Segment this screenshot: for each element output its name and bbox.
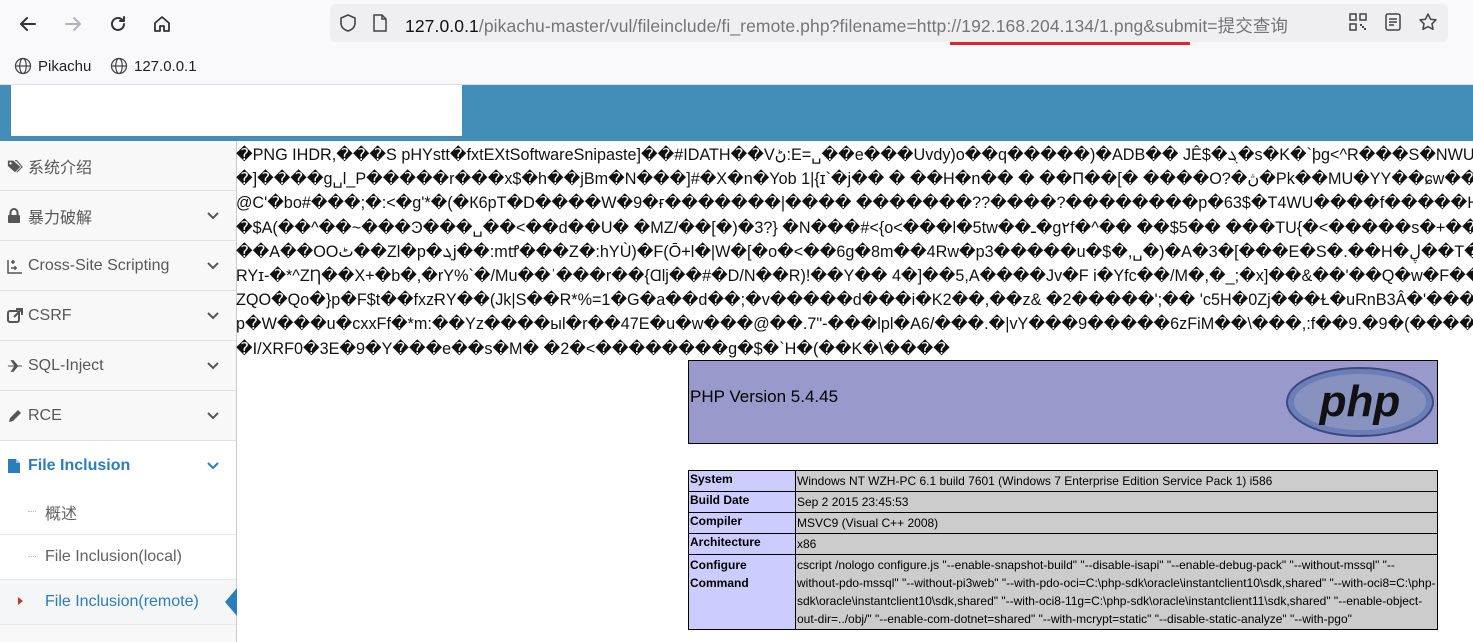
chevron-down-icon [206,208,220,226]
sidebar-subitem-local[interactable]: File Inclusion(local) [0,535,236,580]
binary-line: RYɪ-�*^ZȠ��X+�b�,�rY%`�/Mu��ˈ���r��{Ɑlj�… [236,266,1473,285]
sidebar-subitem-label: File Inclusion(local) [45,548,182,565]
table-row: Build Date Sep 2 2015 23:45:53 [688,491,1438,513]
home-button[interactable] [146,10,178,38]
sidebar-item-label: File Inclusion [28,456,131,474]
binary-line: @C'�bo#���;�:<�g'*�(�К6pT�D����W�9�ғ����… [236,194,1473,213]
back-arrow-icon [20,17,36,31]
reader-view-icon[interactable] [1384,12,1402,37]
table-row: System Windows NT WZH-PC 6.1 build 7601 … [688,470,1438,492]
php-logo-text: php [1319,377,1401,426]
lock-icon [7,207,23,224]
php-logo[interactable]: php [1285,366,1435,443]
binary-line: �]����g␣l_P�����r���x$�h��jBm�N���]#�X�n… [236,170,1473,189]
binary-line: p�W���u�cxxFf�*m:��Yz����ыl�r��47E�u�w��… [236,315,1473,334]
sidebar-subitem-label: File Inclusion(remote) [45,593,199,610]
plane-icon [7,358,23,374]
table-row: Compiler MSVC9 (Visual C++ 2008) [688,512,1438,534]
binary-line: �I/XRF0�3E�9�Y���e��s�M� �2�<��������g�$… [236,339,950,358]
forward-button[interactable] [57,10,89,38]
sidebar-item-label: SQL-Inject [28,356,104,374]
bookmark-star-icon[interactable] [1418,12,1438,37]
reload-button[interactable] [102,10,134,38]
active-indicator-arrow [225,588,237,616]
chevron-down-icon [206,258,220,276]
back-button[interactable] [12,10,44,38]
pencil-icon [7,408,23,424]
home-icon [154,16,170,32]
sidebar-item-file-inclusion[interactable]: File Inclusion [0,441,236,491]
sidebar-item-brute-force[interactable]: 暴力破解 [0,191,236,241]
forward-arrow-icon [65,17,81,31]
reload-icon [111,16,125,31]
globe-icon [14,57,32,75]
url-path: /pikachu-master/vul/fileinclude/fi_remot… [478,16,1289,36]
phpinfo-key: System [688,470,796,492]
url-highlight-underline [950,42,1190,45]
phpinfo-value: cscript /nologo configure.js "--enable-s… [795,554,1438,630]
bookmark-label: 127.0.0.1 [134,57,197,75]
raw-binary-output: �PNG IHDR,���S pHYstt�fxtEXtSoftwareSnip… [236,143,1473,363]
phpinfo-key: Configure Command [688,554,796,630]
url-host: 127.0.0.1 [405,16,479,36]
sidebar-item-sql-inject[interactable]: SQL-Inject [0,341,236,391]
page-info-icon[interactable] [372,14,388,37]
sidebar-item-rce[interactable]: RCE [0,391,236,441]
tags-icon [7,158,23,174]
sidebar-item-label: CSRF [28,306,72,324]
phpinfo-header: PHP Version 5.4.45 php [688,360,1438,444]
filter-icon [7,258,23,274]
bookmark-localhost[interactable]: 127.0.0.1 [110,57,197,75]
bookmarks-bar: Pikachu 127.0.0.1 [0,50,1473,85]
sidebar-item-intro[interactable]: 系统介绍 [0,141,236,191]
phpinfo-value: Sep 2 2015 23:45:53 [795,491,1438,513]
phpinfo-table: System Windows NT WZH-PC 6.1 build 7601 … [688,470,1438,630]
phpinfo-key: Build Date [688,491,796,513]
phpinfo-value: MSVC9 (Visual C++ 2008) [795,512,1438,534]
chevron-down-icon [206,358,220,376]
qr-code-icon[interactable] [1348,12,1368,37]
bookmark-pikachu[interactable]: Pikachu [14,57,91,75]
sidebar-item-csrf[interactable]: CSRF [0,291,236,341]
bookmark-label: Pikachu [38,57,92,75]
sidebar-item-label: RCE [28,406,62,424]
phpinfo-value: Windows NT WZH-PC 6.1 build 7601 (Window… [795,470,1438,492]
address-bar[interactable]: 127.0.0.1/pikachu-master/vul/fileinclude… [330,4,1448,45]
sidebar-subitem-label: 概述 [45,506,78,523]
phpinfo-key: Compiler [688,512,796,534]
chevron-down-icon [206,408,220,426]
phpinfo-value: x86 [795,533,1438,555]
table-row: Configure Command cscript /nologo config… [688,554,1438,630]
external-link-icon [7,307,23,324]
binary-line: �$A(��^��~���Ͽ���␣��<��d��U� �MZ/��[�)�3… [236,218,1473,237]
sidebar-item-label: Cross-Site Scripting [28,256,170,274]
url-text[interactable]: 127.0.0.1/pikachu-master/vul/fileinclude… [405,13,1325,37]
chevron-down-icon [206,458,220,476]
binary-line: ZQO�Qo�}p�F$t��fxzɌY��(Jk|S��R*%=1�G�a��… [236,291,1473,310]
table-row: Architecture x86 [688,533,1438,555]
binary-line: �PNG IHDR,���S pHYstt�fxtEXtSoftwareSnip… [236,146,1473,164]
sidebar: 系统介绍 暴力破解 Cross-Site Scripting CSRF SQL-… [0,141,237,642]
sidebar-item-label: 系统介绍 [28,159,93,177]
caret-right-icon [18,597,23,605]
header-logo-area [11,85,462,136]
file-icon [7,458,23,474]
globe-icon [110,57,128,75]
php-version-title: PHP Version 5.4.45 [690,387,839,406]
sidebar-item-label: 暴力破解 [28,209,93,227]
sidebar-subitem-overview[interactable]: 概述 [0,490,236,535]
sidebar-subitem-remote[interactable]: File Inclusion(remote) [0,580,237,625]
sidebar-item-next[interactable] [0,625,236,642]
binary-line: ��A��OOٹ��Zl�p�ܓj��:mꝷ���Z�:hYÙ)�F(Ō+l�|… [236,242,1473,261]
browser-toolbar: 127.0.0.1/pikachu-master/vul/fileinclude… [0,0,1473,50]
phpinfo-key: Architecture [688,533,796,555]
chevron-down-icon [206,308,220,326]
sidebar-item-xss[interactable]: Cross-Site Scripting [0,241,236,291]
shield-icon[interactable] [338,13,358,38]
